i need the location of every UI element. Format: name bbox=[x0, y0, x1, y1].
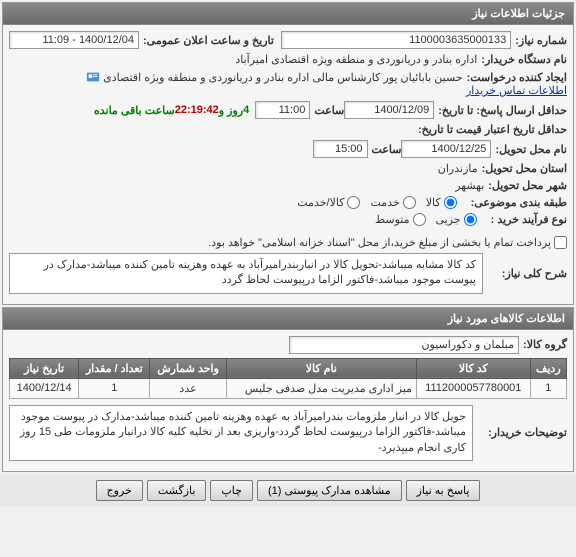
hours-remain: 22:19:42 bbox=[175, 104, 219, 116]
chk-treasury[interactable]: پرداخت تمام یا بخشی از مبلغ خرید،از محل … bbox=[208, 236, 567, 249]
table-header-row: ردیف کد کالا نام کالا واحد شمارش تعداد /… bbox=[10, 358, 567, 378]
th-code: کد کالا bbox=[416, 358, 530, 378]
need-no-input[interactable] bbox=[281, 31, 511, 49]
radio-service-label: خدمت bbox=[370, 196, 399, 209]
creator-value: حسین بابائیان پور کارشناس مالی اداره بنا… bbox=[103, 71, 462, 84]
buyer-desc-label: توضیحات خریدار: bbox=[477, 426, 567, 439]
item-group-input[interactable] bbox=[289, 336, 519, 354]
panel1-header: جزئیات اطلاعات نیاز bbox=[3, 3, 573, 25]
province-value: مازندران bbox=[438, 162, 478, 175]
deadline-label: حداقل ارسال پاسخ: تا تاریخ: bbox=[438, 104, 567, 117]
cell-row: 1 bbox=[530, 378, 566, 398]
buyer-org-label: نام دستگاه خریدار: bbox=[481, 53, 567, 66]
panel1-body: شماره نیاز: تاریخ و ساعت اعلان عمومی: نا… bbox=[3, 25, 573, 304]
creator-label: ایجاد کننده درخواست: bbox=[467, 71, 567, 84]
th-row: ردیف bbox=[530, 358, 566, 378]
table-row[interactable]: 1 1112000057780001 میز اداری مدیریت مدل … bbox=[10, 378, 567, 398]
radio-medium-input[interactable] bbox=[413, 213, 426, 226]
radio-both-input[interactable] bbox=[347, 196, 360, 209]
th-qty: تعداد / مقدار bbox=[79, 358, 150, 378]
radio-minor-label: جزیی bbox=[436, 213, 461, 226]
radio-service[interactable]: خدمت bbox=[370, 196, 415, 209]
days-unit: روز و bbox=[219, 104, 243, 117]
announce-label: تاریخ و ساعت اعلان عمومی: bbox=[143, 34, 274, 47]
province-label: استان محل تحویل: bbox=[482, 162, 567, 175]
exit-button[interactable]: خروج bbox=[96, 480, 143, 501]
radio-goods-input[interactable] bbox=[444, 196, 457, 209]
days-remain: 4 bbox=[243, 104, 249, 116]
deadline-time-input[interactable] bbox=[255, 101, 310, 119]
radio-goods-label: کالا bbox=[426, 196, 441, 209]
city-value: بهشهر bbox=[455, 179, 484, 192]
summary-box: کد کالا مشابه میباشد-تحویل کالا در انبار… bbox=[9, 253, 483, 294]
announce-input[interactable] bbox=[9, 31, 139, 49]
process-label: نوع فرآیند خرید : bbox=[491, 213, 567, 226]
radio-minor[interactable]: جزیی bbox=[436, 213, 477, 226]
chk-treasury-input[interactable] bbox=[554, 236, 567, 249]
th-date: تاریخ نیاز bbox=[10, 358, 79, 378]
contact-link[interactable]: اطلاعات تماس خریدار bbox=[466, 84, 567, 97]
button-bar: پاسخ به نیاز مشاهده مدارک پیوستی (1) چاپ… bbox=[0, 474, 576, 507]
delivery-dt-label: نام محل تحویل: bbox=[495, 143, 567, 156]
print-button[interactable]: چاپ bbox=[210, 480, 253, 501]
reply-button[interactable]: پاسخ به نیاز bbox=[406, 480, 481, 501]
hours-unit: ساعت باقی مانده bbox=[94, 104, 175, 117]
radio-goods[interactable]: کالا bbox=[426, 196, 457, 209]
radio-minor-input[interactable] bbox=[464, 213, 477, 226]
cell-code: 1112000057780001 bbox=[416, 378, 530, 398]
radio-medium[interactable]: متوسط bbox=[375, 213, 426, 226]
summary-label: شرح کلی نیاز: bbox=[487, 267, 567, 280]
cell-unit: عدد bbox=[150, 378, 226, 398]
deadline-date-input[interactable] bbox=[344, 101, 434, 119]
panel2-body: گروه کالا: ردیف کد کالا نام کالا واحد شم… bbox=[3, 330, 573, 471]
back-button[interactable]: بازگشت bbox=[147, 480, 207, 501]
need-no-label: شماره نیاز: bbox=[515, 34, 567, 47]
chk-treasury-label: پرداخت تمام یا بخشی از مبلغ خرید،از محل … bbox=[208, 236, 551, 249]
grouping-label: طبقه بندی موضوعی: bbox=[471, 196, 567, 209]
buyer-org-value: اداره بنادر و دریانوردی و منطقه ویژه اقت… bbox=[235, 53, 477, 66]
city-label: شهر محل تحویل: bbox=[488, 179, 567, 192]
cell-name: میز اداری مدیریت مدل صدفی جلیس bbox=[226, 378, 416, 398]
attachments-button[interactable]: مشاهده مدارک پیوستی (1) bbox=[257, 480, 402, 501]
cell-qty: 1 bbox=[79, 378, 150, 398]
panel2-header: اطلاعات کالاهای مورد نیاز bbox=[3, 308, 573, 330]
cell-date: 1400/12/14 bbox=[10, 378, 79, 398]
deadline-time-label: ساعت bbox=[314, 104, 344, 117]
radio-both-label: کالا/خدمت bbox=[297, 196, 344, 209]
need-details-panel: جزئیات اطلاعات نیاز شماره نیاز: تاریخ و … bbox=[2, 2, 574, 305]
th-name: نام کالا bbox=[226, 358, 416, 378]
items-panel: اطلاعات کالاهای مورد نیاز گروه کالا: ردی… bbox=[2, 307, 574, 472]
credit-label: حداقل تاریخ اعتبار قیمت تا تاریخ: bbox=[418, 123, 567, 136]
radio-medium-label: متوسط bbox=[375, 213, 410, 226]
contact-icon bbox=[86, 70, 100, 84]
buyer-desc-box: حویل کالا در انبار ملزومات بندرامیرآباد … bbox=[9, 405, 473, 461]
items-table: ردیف کد کالا نام کالا واحد شمارش تعداد /… bbox=[9, 358, 567, 399]
delivery-date-input[interactable] bbox=[401, 140, 491, 158]
delivery-time-input[interactable] bbox=[313, 140, 368, 158]
delivery-time-label: ساعت bbox=[372, 143, 402, 156]
item-group-label: گروه کالا: bbox=[523, 338, 567, 351]
radio-both[interactable]: کالا/خدمت bbox=[297, 196, 360, 209]
th-unit: واحد شمارش bbox=[150, 358, 226, 378]
radio-service-input[interactable] bbox=[403, 196, 416, 209]
